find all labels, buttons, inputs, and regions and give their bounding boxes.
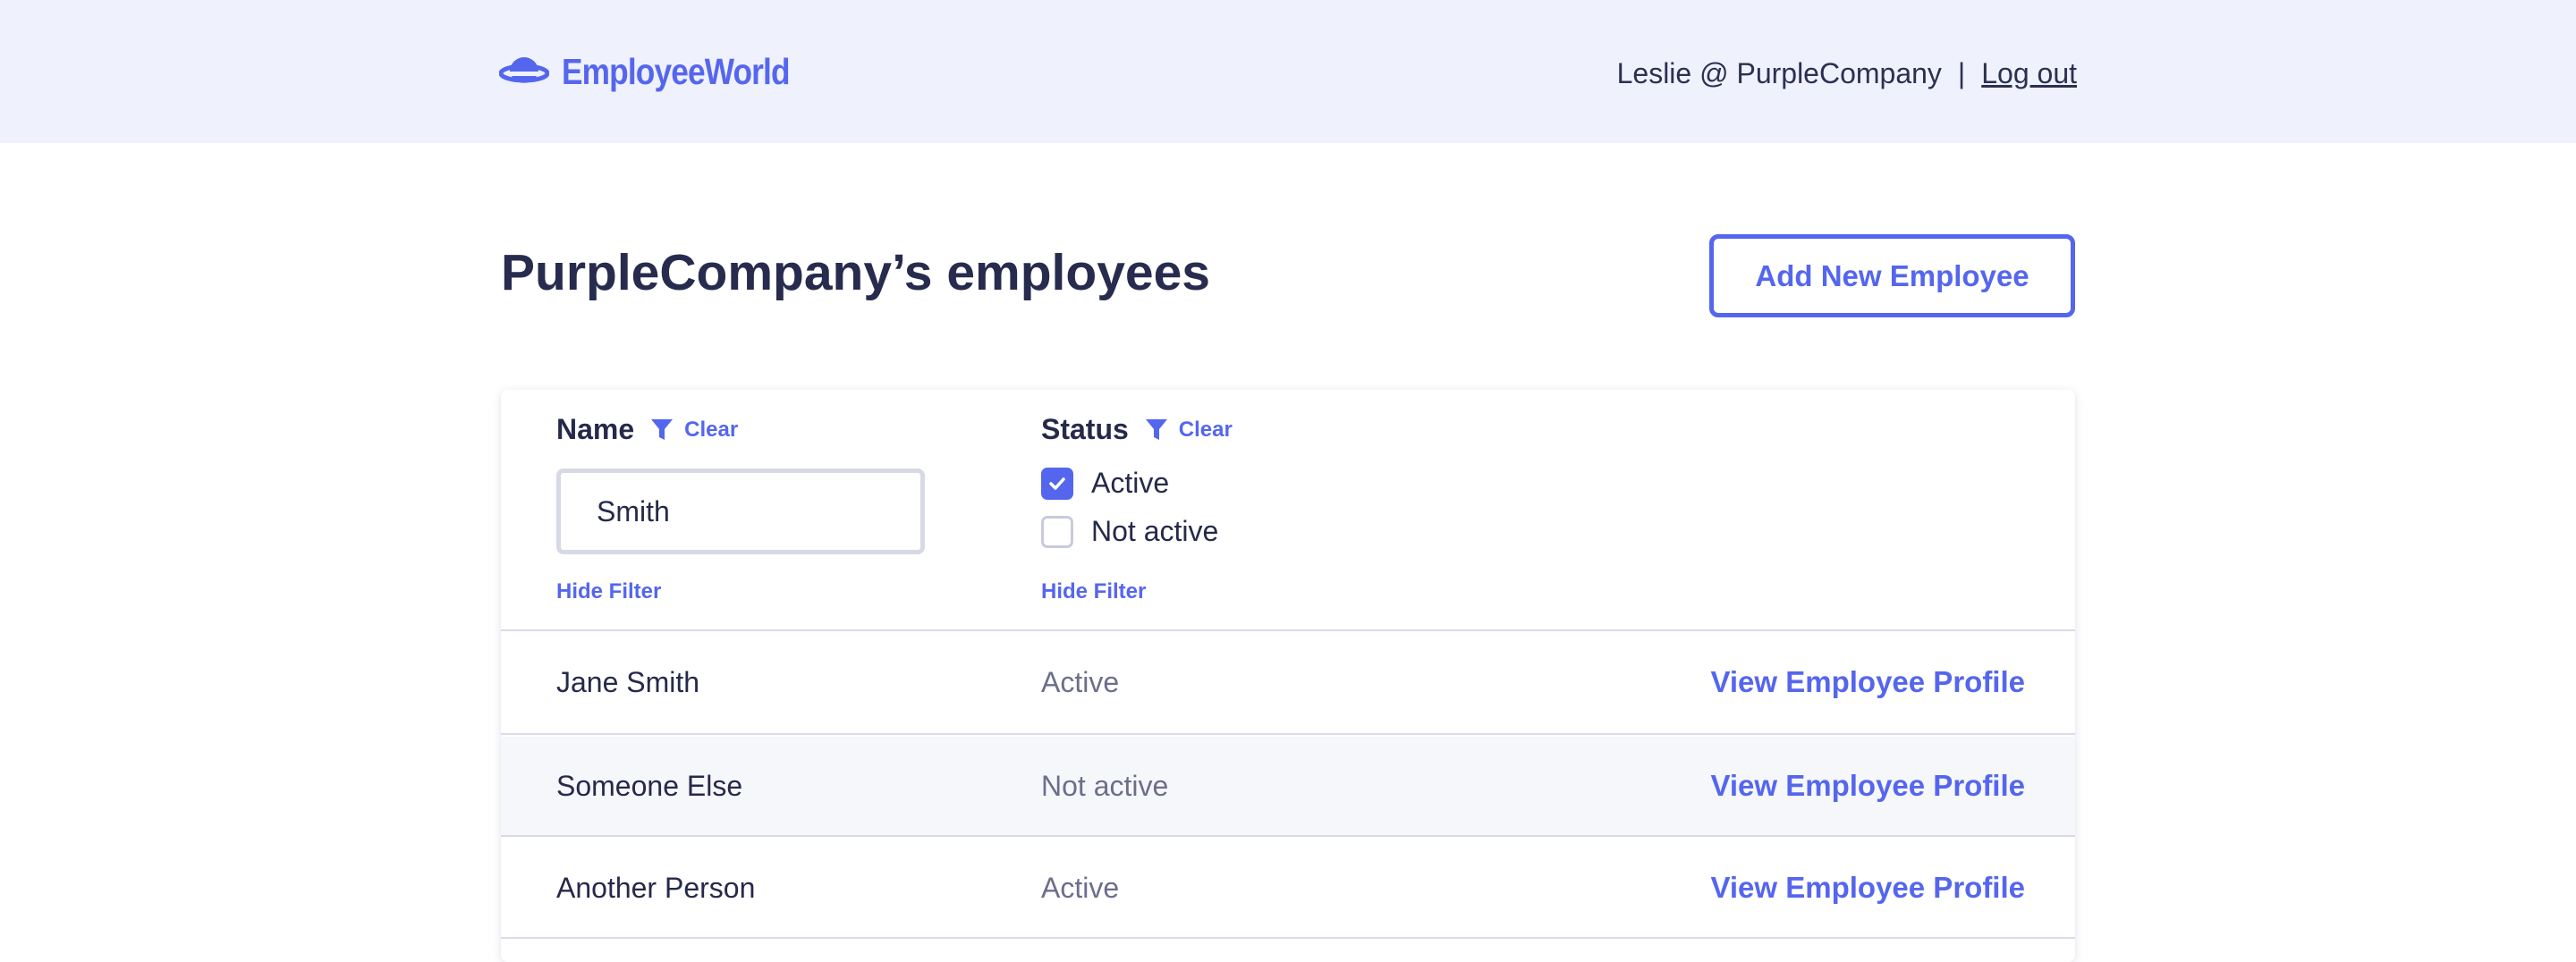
- employee-status: Active: [1041, 871, 1120, 904]
- user-area: Leslie @ PurpleCompany | Log out: [1617, 52, 2077, 95]
- name-column-header: Name Clear: [556, 413, 738, 446]
- active-label: Active: [1091, 467, 1170, 499]
- view-employee-profile-link[interactable]: View Employee Profile: [1710, 737, 2025, 835]
- user-label: Leslie @ PurpleCompany: [1616, 56, 1942, 89]
- brand-logo[interactable]: EmployeeWorld: [498, 45, 826, 98]
- filter-area: Name Clear Hide Filter Status Clear Acti…: [501, 390, 2075, 631]
- employee-name: Someone Else: [556, 769, 743, 802]
- status-option-not-active[interactable]: Not active: [1041, 515, 1218, 548]
- name-filter-clear[interactable]: Clear: [684, 418, 738, 443]
- logout-link[interactable]: Log out: [1981, 57, 2077, 90]
- status-column-header: Status Clear: [1041, 413, 1233, 446]
- name-column-label: Name: [556, 413, 635, 445]
- employee-name: Jane Smith: [556, 665, 700, 698]
- brand-name: EmployeeWorld: [562, 50, 791, 92]
- top-bar: EmployeeWorld Leslie @ PurpleCompany | L…: [0, 0, 2576, 143]
- employee-name: Another Person: [556, 871, 756, 904]
- table-row: Someone Else Not active View Employee Pr…: [501, 737, 2075, 837]
- funnel-icon[interactable]: [1145, 418, 1168, 443]
- table-row: Another Person Active View Employee Prof…: [501, 839, 2075, 939]
- checkmark-icon: [1049, 477, 1065, 490]
- page-title: PurpleCompany’s employees: [501, 244, 1210, 301]
- not-active-label: Not active: [1091, 515, 1219, 547]
- planet-icon: [498, 52, 550, 92]
- not-active-checkbox[interactable]: [1041, 515, 1073, 548]
- status-filter-clear[interactable]: Clear: [1179, 418, 1233, 443]
- name-hide-filter[interactable]: Hide Filter: [556, 579, 661, 604]
- separator: |: [1957, 56, 1966, 89]
- employee-table: Name Clear Hide Filter Status Clear Acti…: [501, 390, 2075, 962]
- name-filter-input[interactable]: [556, 468, 925, 554]
- add-new-employee-button[interactable]: Add New Employee: [1709, 234, 2075, 317]
- employee-status: Not active: [1041, 769, 1169, 802]
- status-column-label: Status: [1041, 413, 1129, 445]
- view-employee-profile-link[interactable]: View Employee Profile: [1710, 839, 2025, 937]
- employee-status: Active: [1041, 665, 1120, 698]
- status-hide-filter[interactable]: Hide Filter: [1041, 579, 1146, 604]
- active-checkbox[interactable]: [1041, 467, 1073, 500]
- funnel-icon[interactable]: [650, 418, 674, 443]
- table-row: Jane Smith Active View Employee Profile: [501, 631, 2075, 735]
- view-employee-profile-link[interactable]: View Employee Profile: [1710, 631, 2025, 733]
- status-option-active[interactable]: Active: [1041, 467, 1169, 500]
